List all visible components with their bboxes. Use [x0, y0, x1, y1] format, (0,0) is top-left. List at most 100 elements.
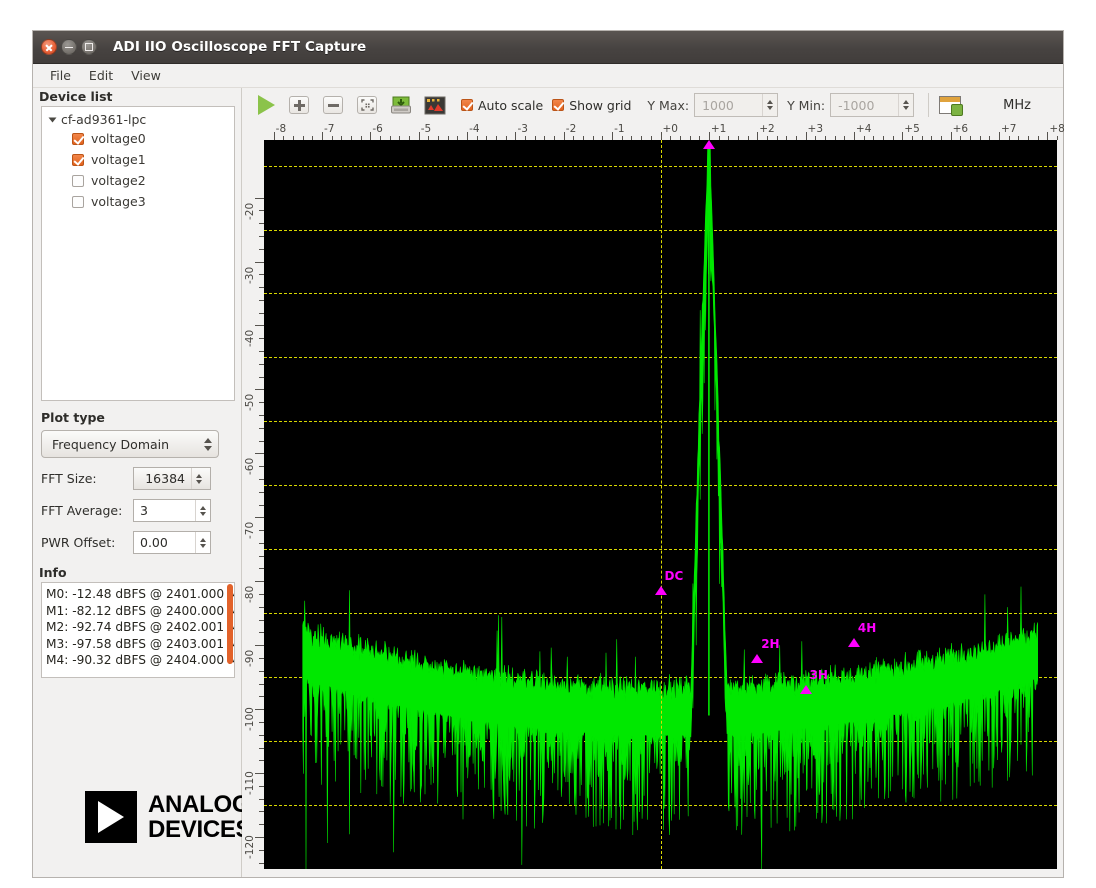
fft-size-stepper[interactable]: 16384: [133, 467, 211, 490]
play-button[interactable]: [252, 93, 278, 117]
checkbox-voltage1[interactable]: [72, 154, 84, 166]
new-plot-icon[interactable]: [939, 96, 961, 114]
y-max-value: 1000: [702, 98, 734, 113]
menu-item-edit[interactable]: Edit: [80, 66, 122, 85]
tree-item-voltage2[interactable]: voltage2: [42, 170, 234, 191]
y-tick-label: -100: [244, 707, 256, 731]
plot-type-select[interactable]: Frequency Domain: [41, 430, 219, 458]
minimize-icon[interactable]: [61, 39, 77, 55]
play-icon: [258, 95, 275, 115]
show-grid-checkbox-row[interactable]: Show grid: [552, 98, 631, 113]
fft-size-value: 16384: [140, 471, 191, 486]
y-tick-label: -20: [244, 202, 256, 219]
y-tick-label: -70: [244, 522, 256, 539]
stepper-arrows-icon[interactable]: [195, 532, 210, 553]
field-fft-size: FFT Size: 16384: [41, 467, 233, 490]
tree-item-label: voltage2: [91, 173, 146, 188]
zoom-fit-button[interactable]: [354, 93, 380, 117]
window-controls: [41, 39, 97, 55]
y-tick-label: -30: [244, 266, 256, 283]
y-tick-label: -110: [244, 771, 256, 795]
marker-triangle-icon[interactable]: [800, 685, 812, 694]
screenshot-button[interactable]: [422, 93, 448, 117]
zoom-fit-icon: [357, 96, 377, 114]
stepper-arrows-icon[interactable]: [762, 94, 777, 116]
chevron-updown-icon[interactable]: [204, 438, 212, 451]
x-tick-label: +0: [663, 123, 678, 135]
fft-average-value: 3: [140, 503, 148, 518]
x-tick-major: [1047, 132, 1048, 140]
y-tick-label: -60: [244, 458, 256, 475]
chevron-down-icon[interactable]: [49, 117, 57, 122]
x-tick-major: [999, 132, 1000, 140]
tree-item-voltage3[interactable]: voltage3: [42, 191, 234, 212]
y-tick-major: [255, 837, 264, 838]
pwr-offset-stepper[interactable]: 0.00: [133, 531, 211, 554]
maximize-icon[interactable]: [81, 39, 97, 55]
checkbox-voltage2[interactable]: [72, 175, 84, 187]
menu-bar: File Edit View: [33, 64, 1063, 88]
fft-plot-canvas[interactable]: FundDC2H3H4H: [264, 140, 1057, 869]
marker-triangle-icon[interactable]: [703, 140, 715, 149]
fft-average-stepper[interactable]: 3: [133, 499, 211, 522]
y-max-label: Y Max:: [647, 98, 689, 113]
auto-scale-checkbox-row[interactable]: Auto scale: [461, 98, 543, 113]
stepper-arrows-icon[interactable]: [195, 500, 210, 521]
stepper-arrows-icon[interactable]: [191, 468, 206, 489]
y-min-input[interactable]: -1000: [830, 93, 914, 117]
tree-root-cf-ad9361-lpc[interactable]: cf-ad9361-lpc: [42, 111, 234, 128]
pwr-offset-value: 0.00: [140, 535, 168, 550]
y-tick-major: [255, 709, 264, 710]
y-axis[interactable]: -20-30-40-50-60-70-80-90-100-110-120: [242, 122, 264, 869]
toolbar: Auto scale Show grid Y Max: 1000 Y Min: …: [242, 88, 1063, 122]
marker-label[interactable]: 4H: [858, 621, 876, 635]
tree-item-voltage0[interactable]: voltage0: [42, 128, 234, 149]
x-tick-major: [322, 132, 323, 140]
checkbox-voltage3[interactable]: [72, 196, 84, 208]
info-line: M3: -97.58 dBFS @ 2403.001 MHz: [46, 636, 234, 653]
device-list-label: Device list: [33, 88, 241, 106]
units-label: MHz: [1003, 98, 1031, 113]
plot-panel: Auto scale Show grid Y Max: 1000 Y Min: …: [241, 88, 1063, 877]
x-tick-major: [757, 132, 758, 140]
tree-item-voltage1[interactable]: voltage1: [42, 149, 234, 170]
info-scrollbar[interactable]: [227, 584, 233, 664]
pwr-offset-label: PWR Offset:: [41, 535, 133, 550]
device-tree[interactable]: cf-ad9361-lpc voltage0 voltage1 voltage2…: [41, 106, 235, 401]
info-panel[interactable]: M0: -12.48 dBFS @ 2401.000 MHz M1: -82.1…: [41, 582, 235, 678]
close-icon[interactable]: [41, 39, 57, 55]
stepper-arrows-icon[interactable]: [898, 94, 913, 116]
zoom-in-button[interactable]: [286, 93, 312, 117]
y-tick-major: [255, 262, 264, 263]
show-grid-label: Show grid: [569, 98, 631, 113]
checkbox-voltage0[interactable]: [72, 133, 84, 145]
info-line: M2: -92.74 dBFS @ 2402.001 MHz: [46, 619, 234, 636]
marker-triangle-icon[interactable]: [751, 654, 763, 663]
marker-label[interactable]: 3H: [810, 668, 828, 682]
x-axis[interactable]: -8-7-6-5-4-3-2-1+0+1+2+3+4+5+6+7+8: [264, 122, 1057, 140]
marker-label[interactable]: DC: [665, 569, 684, 583]
zoom-out-button[interactable]: [320, 93, 346, 117]
menu-item-file[interactable]: File: [41, 66, 80, 85]
marker-label[interactable]: 2H: [761, 637, 779, 651]
x-tick-major: [709, 132, 710, 140]
y-max-input[interactable]: 1000: [694, 93, 778, 117]
marker-triangle-icon[interactable]: [848, 638, 860, 647]
x-tick-label: +3: [808, 123, 823, 135]
y-min-value: -1000: [838, 98, 874, 113]
cursor-line-vertical[interactable]: [661, 140, 662, 869]
menu-item-view[interactable]: View: [122, 66, 170, 85]
plot-column: -8-7-6-5-4-3-2-1+0+1+2+3+4+5+6+7+8 FundD…: [264, 122, 1057, 869]
x-tick-major: [419, 132, 420, 140]
y-tick-major: [255, 773, 264, 774]
show-grid-checkbox[interactable]: [552, 99, 564, 111]
marker-triangle-icon[interactable]: [655, 586, 667, 595]
y-tick-label: -90: [244, 650, 256, 667]
sidebar: Device list cf-ad9361-lpc voltage0 volta…: [33, 88, 241, 877]
save-button[interactable]: [388, 93, 414, 117]
y-tick-label: -80: [244, 586, 256, 603]
field-pwr-offset: PWR Offset: 0.00: [41, 531, 233, 554]
x-tick-label: +4: [856, 123, 871, 135]
auto-scale-checkbox[interactable]: [461, 99, 473, 111]
analog-devices-logo: ANALOG DEVICES: [85, 791, 251, 843]
